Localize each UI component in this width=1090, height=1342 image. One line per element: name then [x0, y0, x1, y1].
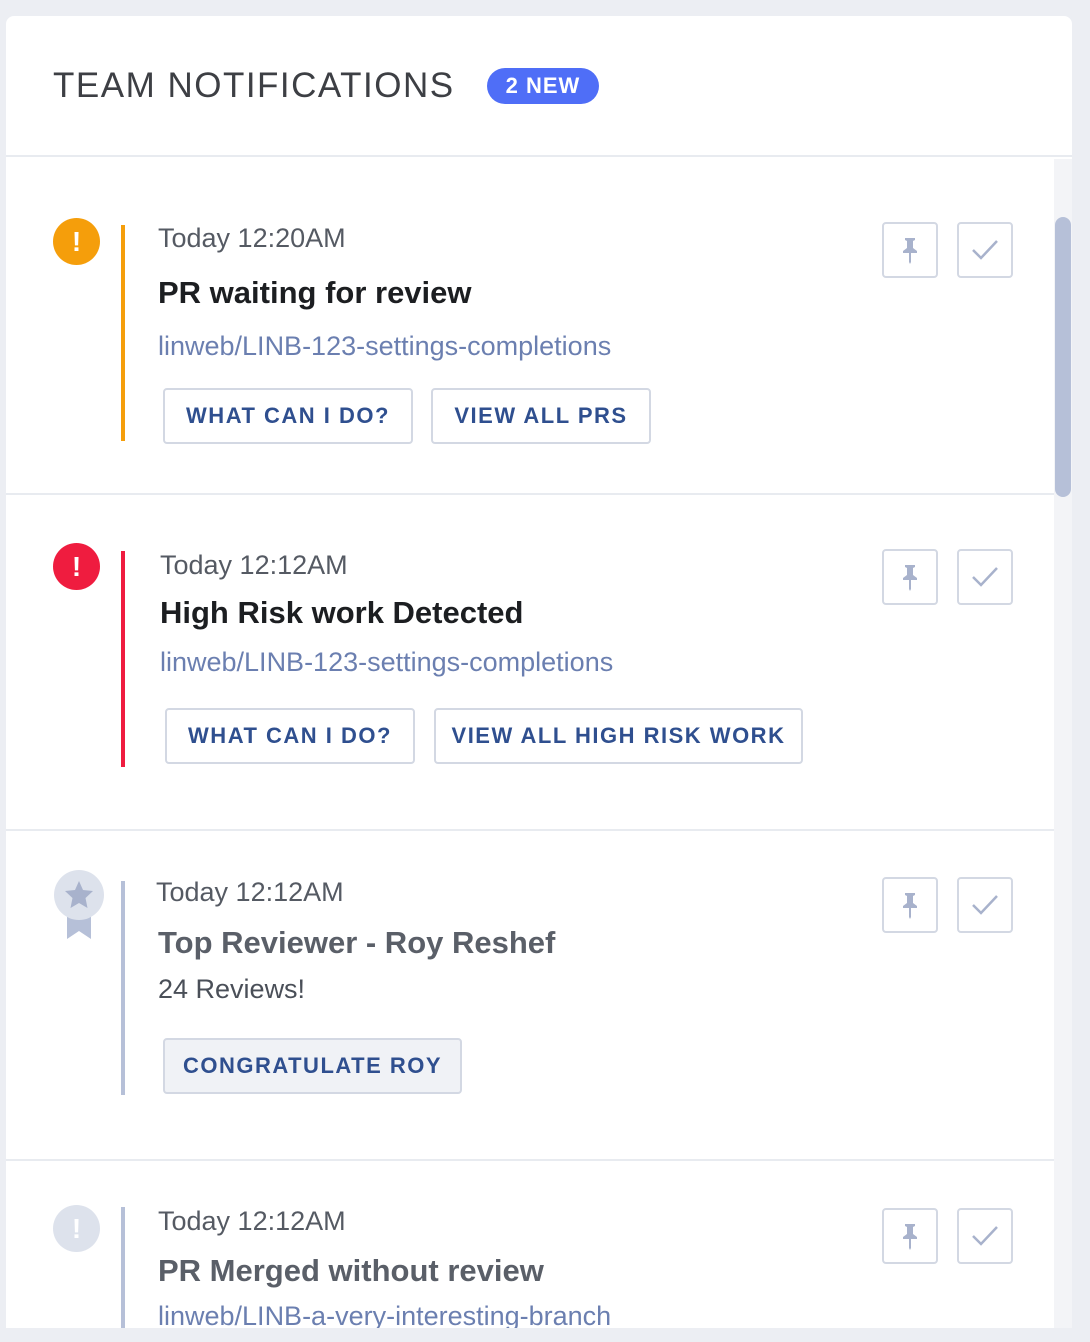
branch-link[interactable]: linweb/LINB-a-very-interesting-branch — [158, 1301, 611, 1328]
accent-bar — [121, 551, 125, 767]
notification-card: ! Today 12:20AM PR waiting for review li… — [6, 159, 1054, 495]
check-icon — [972, 240, 998, 260]
panel-header: TEAM NOTIFICATIONS 2 NEW — [6, 16, 1072, 157]
pin-button[interactable] — [882, 549, 938, 605]
alert-icon: ! — [53, 543, 100, 590]
notification-title: Top Reviewer - Roy Reshef — [158, 925, 556, 960]
scrollbar-track[interactable] — [1054, 159, 1072, 1328]
warning-icon: ! — [53, 218, 100, 265]
scrollbar-thumb[interactable] — [1055, 217, 1071, 497]
pin-button[interactable] — [882, 877, 938, 933]
pin-icon — [903, 565, 917, 591]
notification-card: ! Today 12:12AM PR Merged without review… — [6, 1161, 1054, 1328]
pin-icon — [903, 1224, 917, 1250]
review-count: 24 Reviews! — [158, 974, 306, 1004]
notification-time: Today 12:20AM — [158, 223, 346, 253]
pin-icon — [903, 238, 917, 264]
accent-bar — [121, 1207, 125, 1328]
mark-done-button[interactable] — [957, 549, 1013, 605]
info-alert-icon: ! — [53, 1205, 100, 1252]
notification-card: ! Today 12:12AM High Risk work Detected … — [6, 495, 1054, 831]
what-can-i-do-button[interactable]: WHAT CAN I DO? — [163, 388, 413, 444]
view-all-high-risk-work-button[interactable]: VIEW ALL HIGH RISK WORK — [434, 708, 803, 764]
page-title: TEAM NOTIFICATIONS — [53, 65, 455, 105]
notification-title: PR Merged without review — [158, 1253, 544, 1288]
mark-done-button[interactable] — [957, 222, 1013, 278]
pin-button[interactable] — [882, 222, 938, 278]
mark-done-button[interactable] — [957, 877, 1013, 933]
new-count-badge: 2 NEW — [486, 67, 600, 104]
pin-icon — [903, 893, 917, 919]
congratulate-roy-button[interactable]: CONGRATULATE ROY — [163, 1038, 462, 1094]
notification-title: PR waiting for review — [158, 275, 472, 310]
view-all-prs-button[interactable]: VIEW ALL PRS — [431, 388, 651, 444]
notification-time: Today 12:12AM — [158, 1206, 346, 1236]
branch-link[interactable]: linweb/LINB-123-settings-completions — [160, 647, 613, 678]
check-icon — [972, 1226, 998, 1246]
pin-button[interactable] — [882, 1208, 938, 1264]
what-can-i-do-button[interactable]: WHAT CAN I DO? — [165, 708, 415, 764]
notification-title: High Risk work Detected — [160, 595, 524, 630]
notification-list[interactable]: ! Today 12:20AM PR waiting for review li… — [6, 159, 1054, 1328]
notification-time: Today 12:12AM — [160, 550, 348, 580]
check-icon — [972, 895, 998, 915]
branch-link[interactable]: linweb/LINB-123-settings-completions — [158, 331, 611, 362]
notification-card: Today 12:12AM Top Reviewer - Roy Reshef … — [6, 831, 1054, 1161]
mark-done-button[interactable] — [957, 1208, 1013, 1264]
accent-bar — [121, 881, 125, 1095]
notification-time: Today 12:12AM — [156, 877, 344, 907]
award-star-icon — [53, 869, 105, 941]
notifications-panel: TEAM NOTIFICATIONS 2 NEW ! Today 12:20AM… — [6, 16, 1072, 1328]
accent-bar — [121, 225, 125, 441]
check-icon — [972, 567, 998, 587]
